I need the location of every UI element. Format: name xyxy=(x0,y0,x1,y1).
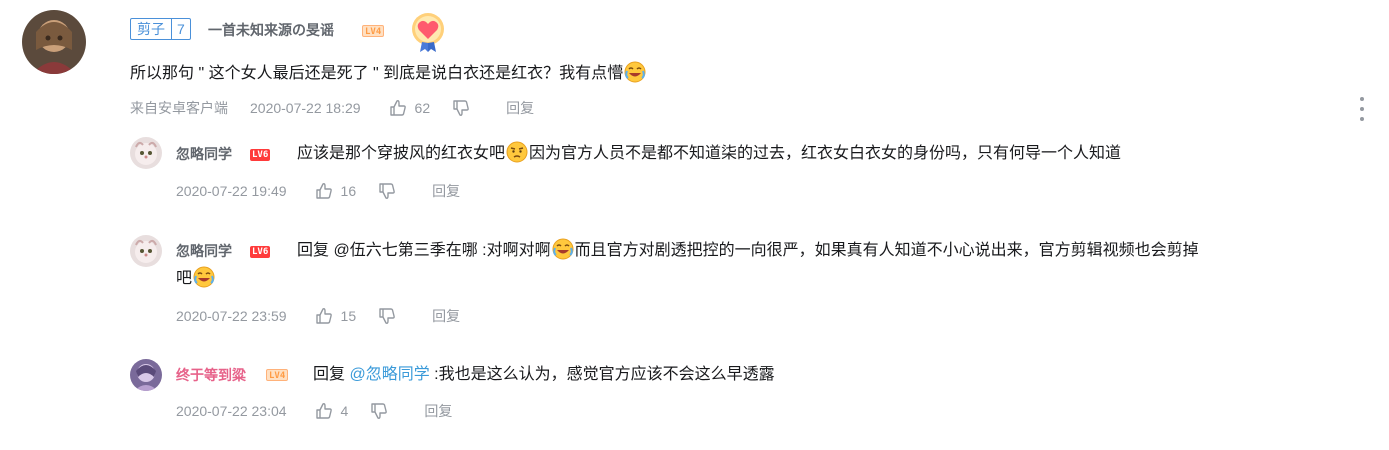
username[interactable]: 一首未知来源の旻谣 xyxy=(208,20,334,40)
dislike-button[interactable] xyxy=(378,182,396,200)
reply-text: 应该是那个穿披风的红衣女吧 xyxy=(297,145,506,162)
reply-content: 回复 @忽略同学 :我也是这么认为，感觉官方应该不会这么早透露 xyxy=(313,360,775,390)
reply-time: 2020-07-22 23:59 xyxy=(176,308,287,324)
avatar[interactable] xyxy=(130,235,162,267)
user-level-badge: LV6 xyxy=(250,246,271,258)
thumbs-up-icon xyxy=(389,100,406,116)
dislike-button[interactable] xyxy=(378,307,396,325)
reply-meta: 2020-07-22 19:49 16 回复 xyxy=(176,181,460,201)
comment-text: 所以那句 " 这个女人最后还是死了 " 到底是说白衣还是红衣？我有点懵 xyxy=(130,65,624,82)
reply-text: :我也是这么认为，感觉官方应该不会这么早透露 xyxy=(429,366,775,383)
fan-badge[interactable]: 剪子 7 xyxy=(130,18,191,40)
laugh-cry-emoji xyxy=(552,238,574,260)
reply-text-tail: 吧 xyxy=(176,270,193,287)
like-button[interactable]: 62 xyxy=(389,98,431,118)
dislike-button[interactable] xyxy=(370,402,388,420)
fan-badge-name: 剪子 xyxy=(137,21,165,37)
avatar[interactable] xyxy=(130,359,162,391)
reply-time: 2020-07-22 23:04 xyxy=(176,403,287,419)
mention-link[interactable]: @忽略同学 xyxy=(349,366,429,383)
user-level-badge: LV4 xyxy=(266,369,289,381)
like-button[interactable]: 15 xyxy=(315,306,357,326)
like-button[interactable]: 4 xyxy=(315,401,349,421)
client-source: 来自安卓客户端 xyxy=(130,100,228,116)
reply-text: 回复 @伍六七第三季在哪 :对啊对啊 xyxy=(297,242,551,259)
reply-content: 应该是那个穿披风的红衣女吧 因为官方人员不是都不知道柒的过去，红衣女白衣女的身份… xyxy=(297,139,1121,169)
thumbs-up-icon xyxy=(315,308,332,324)
reply-meta: 2020-07-22 23:59 15 回复 xyxy=(176,306,460,326)
like-count: 4 xyxy=(340,403,349,419)
thumbs-down-icon xyxy=(371,403,388,419)
reply-prefix: 回复 xyxy=(313,366,350,383)
like-button[interactable]: 16 xyxy=(315,181,357,201)
reply-content: 回复 @伍六七第三季在哪 :对啊对啊 而且官方对剧透把控的一向很严，如果真有人知… xyxy=(297,236,1367,266)
thumbs-up-icon xyxy=(315,183,332,199)
user-level-badge: LV6 xyxy=(250,149,271,161)
reply-time: 2020-07-22 19:49 xyxy=(176,183,287,199)
user-level-badge: LV4 xyxy=(362,25,385,37)
reply-button[interactable]: 回复 xyxy=(432,181,460,201)
reply-text-cont: 而且官方对剧透把控的一向很严，如果真有人知道不小心说出来，官方剪辑视频也会剪掉 xyxy=(574,242,1199,259)
comment-time: 2020-07-22 18:29 xyxy=(250,100,361,116)
comment-content: 所以那句 " 这个女人最后还是死了 " 到底是说白衣还是红衣？我有点懵 xyxy=(130,59,647,89)
username[interactable]: 忽略同学 xyxy=(176,241,232,261)
heart-medal-icon xyxy=(410,12,446,52)
reply-text-cont: 因为官方人员不是都不知道柒的过去，红衣女白衣女的身份吗，只有何导一个人知道 xyxy=(529,145,1122,162)
laugh-cry-emoji xyxy=(624,61,646,83)
username[interactable]: 终于等到粱 xyxy=(176,365,246,385)
reply-button[interactable]: 回复 xyxy=(424,401,452,421)
thumbs-up-icon xyxy=(315,403,332,419)
thumbs-down-icon xyxy=(379,183,395,199)
reply-content-wrap: 吧 xyxy=(176,264,216,294)
reply-button[interactable]: 回复 xyxy=(506,98,534,118)
avatar[interactable] xyxy=(130,137,162,169)
thinking-emoji xyxy=(506,141,528,163)
username[interactable]: 忽略同学 xyxy=(176,144,232,164)
laugh-cry-emoji xyxy=(193,266,215,288)
more-vertical-icon[interactable] xyxy=(1356,97,1368,121)
comment-meta: 来自安卓客户端 2020-07-22 18:29 62 回复 xyxy=(130,98,534,118)
like-count: 15 xyxy=(340,308,357,324)
fan-badge-level: 7 xyxy=(171,19,190,39)
dislike-button[interactable] xyxy=(452,99,470,117)
like-count: 16 xyxy=(340,183,357,199)
reply-meta: 2020-07-22 23:04 4 回复 xyxy=(176,401,452,421)
thumbs-down-icon xyxy=(453,100,469,116)
reply-button[interactable]: 回复 xyxy=(432,306,460,326)
like-count: 62 xyxy=(414,100,431,116)
thumbs-down-icon xyxy=(379,308,395,324)
comment-section: 剪子 7 一首未知来源の旻谣 LV4 所以那句 " 这个女人最后还是死了 " 到… xyxy=(0,0,1389,450)
avatar[interactable] xyxy=(22,10,86,74)
